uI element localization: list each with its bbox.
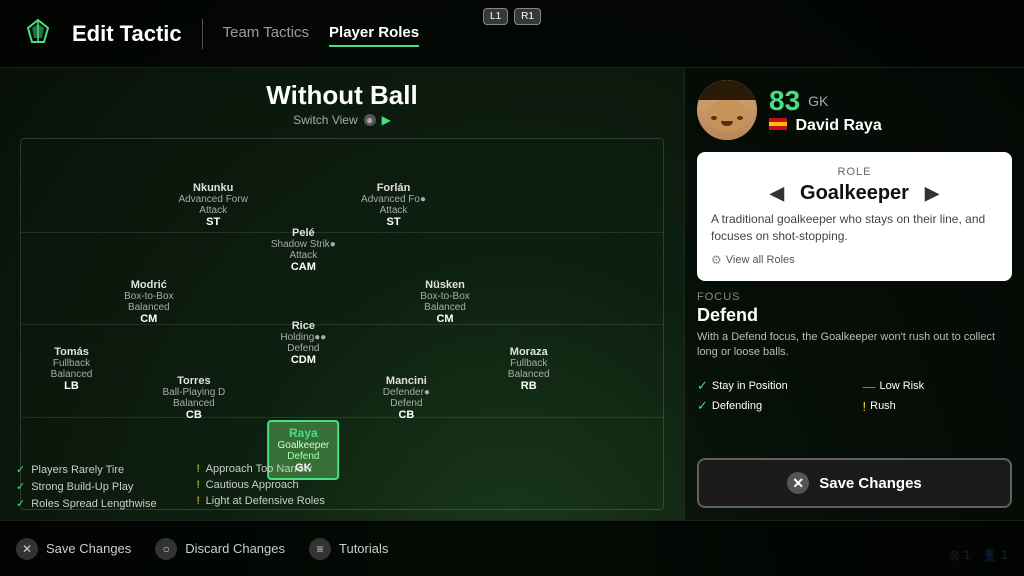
trait-rush: ! Rush bbox=[863, 398, 1013, 414]
bottom-bar: ✕ Save Changes ○ Discard Changes ≡ Tutor… bbox=[0, 520, 1024, 576]
player-avatar bbox=[697, 80, 757, 140]
save-changes-button-bottom[interactable]: ✕ Save Changes bbox=[16, 538, 131, 560]
player-full-name: David Raya bbox=[795, 117, 881, 134]
player-info: 83 GK David Raya bbox=[769, 85, 1012, 135]
right-panel: 83 GK David Raya Role ◀ Goalkeeper ▶ A t… bbox=[684, 68, 1024, 520]
pitch-background bbox=[20, 138, 664, 510]
player-torres[interactable]: Torres Ball-Playing D Balanced CB bbox=[162, 375, 225, 421]
role-next-arrow[interactable]: ▶ bbox=[925, 183, 939, 204]
player-nusken[interactable]: Nüsken Box-to-Box Balanced CM bbox=[420, 279, 469, 325]
tutorials-icon: ≡ bbox=[309, 538, 331, 560]
tab-player-roles[interactable]: Player Roles bbox=[329, 20, 419, 47]
save-changes-button-panel[interactable]: ✕ Save Changes bbox=[697, 458, 1012, 508]
discard-changes-icon: ○ bbox=[155, 538, 177, 560]
notif-roles-spread: ✓ Roles Spread Lengthwise bbox=[16, 497, 157, 510]
player-nkunku[interactable]: Nkunku Advanced Forw Attack ST bbox=[178, 182, 247, 228]
header-divider bbox=[202, 19, 203, 49]
player-rice[interactable]: Rice Holding●● Defend CDM bbox=[280, 320, 326, 366]
switch-view-icon: ● bbox=[364, 114, 376, 126]
pitch-line-1 bbox=[21, 232, 663, 233]
focus-section: Focus Defend With a Defend focus, the Go… bbox=[697, 291, 1012, 361]
tutorials-button[interactable]: ≡ Tutorials bbox=[309, 538, 388, 560]
player-header: 83 GK David Raya bbox=[697, 80, 1012, 140]
player-forlan[interactable]: Forlán Advanced Fo● Attack ST bbox=[361, 182, 426, 228]
player-rating: 83 bbox=[769, 85, 800, 117]
player-name-row: David Raya bbox=[769, 117, 1012, 135]
r1-button[interactable]: R1 bbox=[514, 8, 541, 25]
player-position-badge: GK bbox=[808, 93, 828, 109]
pitch-area: Without Ball Switch View ● ▶ Nkunku Adva… bbox=[0, 68, 684, 520]
notif-cautious: ! Cautious Approach bbox=[197, 479, 325, 491]
l1-button[interactable]: L1 bbox=[483, 8, 508, 25]
page-title: Edit Tactic bbox=[72, 21, 182, 47]
main-content: Without Ball Switch View ● ▶ Nkunku Adva… bbox=[0, 68, 1024, 520]
trait-defending: ✓ Defending bbox=[697, 398, 847, 414]
switch-view-btn[interactable]: Switch View ● ▶ bbox=[293, 113, 391, 127]
player-tomas[interactable]: Tomás Fullback Balanced LB bbox=[51, 346, 93, 392]
trait-low-risk: — Low Risk bbox=[863, 378, 1013, 394]
player-flag bbox=[769, 118, 787, 130]
discard-changes-button[interactable]: ○ Discard Changes bbox=[155, 538, 285, 560]
save-changes-icon: ✕ bbox=[16, 538, 38, 560]
player-rating-row: 83 GK bbox=[769, 85, 1012, 117]
notif-approach-narrow: ! Approach Too Narrow bbox=[197, 463, 325, 475]
pitch-mode-title: Without Ball bbox=[266, 80, 417, 111]
app-logo bbox=[20, 16, 56, 52]
focus-name: Defend bbox=[697, 305, 1012, 326]
player-mancini[interactable]: Mancini Defender● Defend CB bbox=[383, 375, 430, 421]
focus-label: Focus bbox=[697, 291, 1012, 303]
player-pele[interactable]: Pelé Shadow Strik● Attack CAM bbox=[271, 227, 336, 273]
role-nav: ◀ Goalkeeper ▶ bbox=[711, 182, 998, 205]
role-name: Goalkeeper bbox=[800, 182, 909, 205]
notif-players-tire: ✓ Players Rarely Tire bbox=[16, 463, 157, 476]
formation-grid: Nkunku Advanced Forw Attack ST Forlán Ad… bbox=[20, 138, 664, 510]
notif-build-up: ✓ Strong Build-Up Play bbox=[16, 480, 157, 493]
positive-notifications: ✓ Players Rarely Tire ✓ Strong Build-Up … bbox=[16, 463, 157, 510]
pitch-line-3 bbox=[21, 417, 663, 418]
tab-team-tactics[interactable]: Team Tactics bbox=[223, 20, 309, 47]
player-modric[interactable]: Modrić Box-to-Box Balanced CM bbox=[124, 279, 173, 325]
focus-description: With a Defend focus, the Goalkeeper won'… bbox=[697, 330, 1012, 361]
warning-notifications: ! Approach Too Narrow ! Cautious Approac… bbox=[197, 463, 325, 510]
view-all-roles-btn[interactable]: ⚙ View all Roles bbox=[711, 253, 998, 267]
role-description: A traditional goalkeeper who stays on th… bbox=[711, 211, 998, 245]
header-nav: Team Tactics Player Roles bbox=[223, 20, 419, 47]
notifications-area: ✓ Players Rarely Tire ✓ Strong Build-Up … bbox=[16, 463, 674, 510]
player-moraza[interactable]: Moraza Fullback Balanced RB bbox=[508, 346, 550, 392]
controller-buttons: L1 R1 bbox=[483, 8, 541, 25]
save-x-icon: ✕ bbox=[787, 472, 809, 494]
pitch-line-2 bbox=[21, 324, 663, 325]
role-card: Role ◀ Goalkeeper ▶ A traditional goalke… bbox=[697, 152, 1012, 281]
trait-stay-in-position: ✓ Stay in Position bbox=[697, 378, 847, 394]
notif-light-defensive: ! Light at Defensive Roles bbox=[197, 495, 325, 507]
role-card-label: Role bbox=[711, 166, 998, 178]
role-prev-arrow[interactable]: ◀ bbox=[770, 183, 784, 204]
traits-grid: ✓ Stay in Position — Low Risk ✓ Defendin… bbox=[697, 378, 1012, 414]
